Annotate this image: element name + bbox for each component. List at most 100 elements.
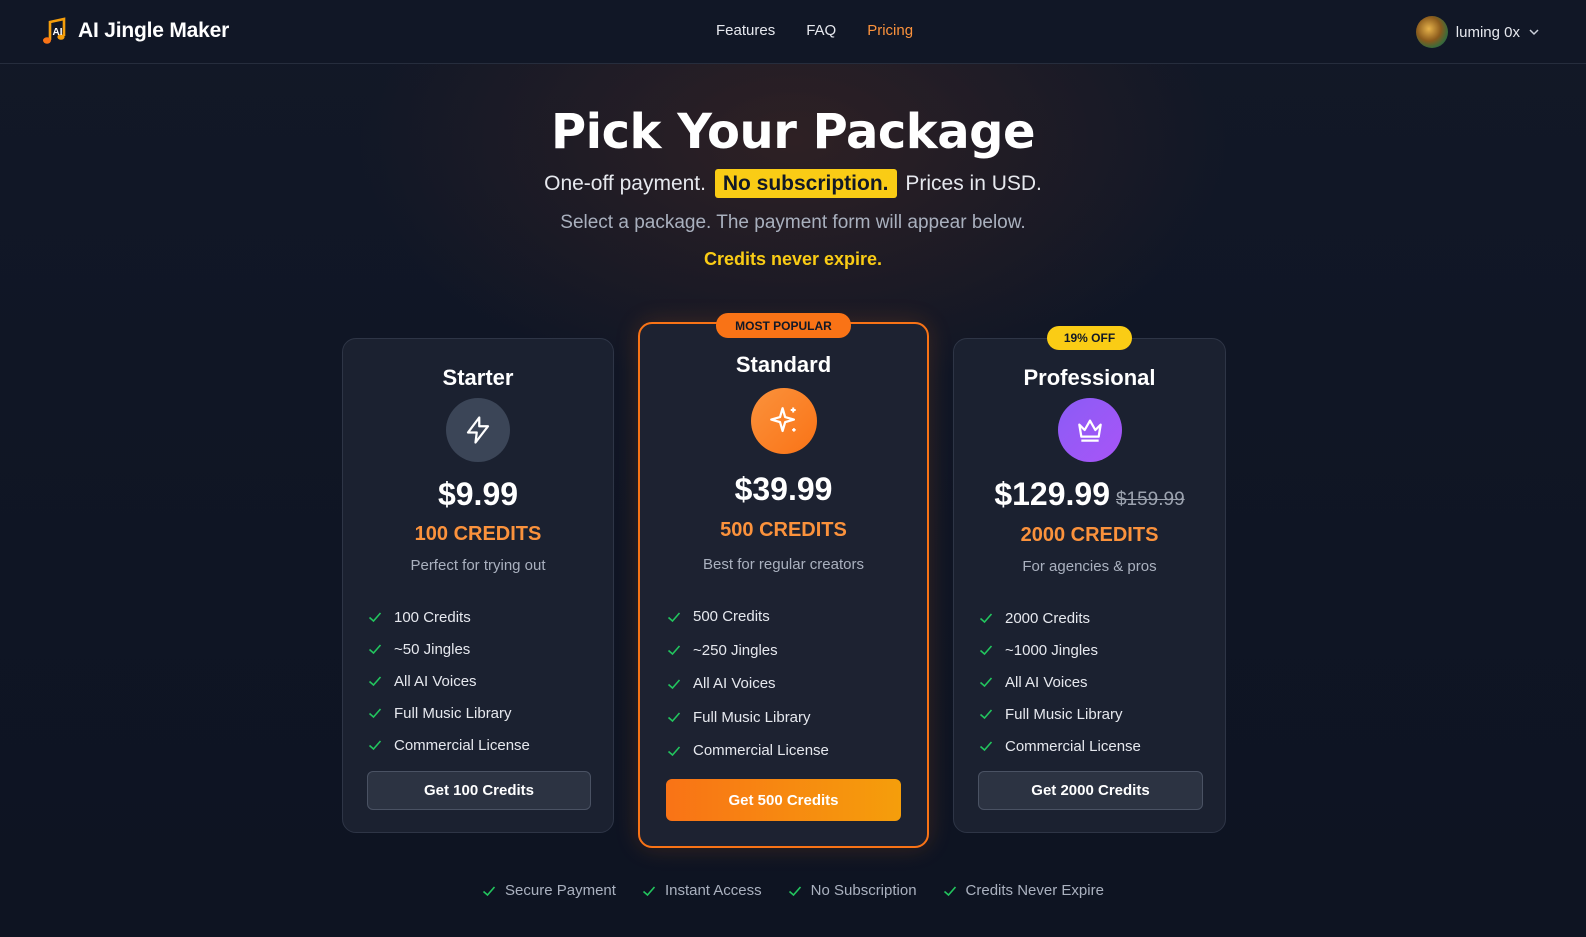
check-icon <box>979 613 993 624</box>
lightning-icon <box>446 398 510 462</box>
list-item: All AI Voices <box>667 667 829 701</box>
check-icon <box>667 645 681 656</box>
plan-name: Professional <box>1023 365 1156 390</box>
check-icon <box>788 885 801 896</box>
trust-label: Instant Access <box>664 882 762 899</box>
feature-label: Commercial License <box>1005 737 1141 755</box>
trust-item-secure-payment: Secure Payment <box>482 882 616 899</box>
check-icon <box>979 741 993 752</box>
get-100-credits-button[interactable]: Get 100 Credits <box>367 771 591 810</box>
trust-label: No Subscription <box>810 882 917 899</box>
plan-price: $129.99 <box>994 476 1110 512</box>
nav-pricing[interactable]: Pricing <box>867 22 913 39</box>
check-icon <box>667 712 681 723</box>
check-icon <box>368 676 382 687</box>
plan-card-standard: Standard $39.99 500 CREDITS Best for reg… <box>638 322 929 848</box>
trust-item-instant-access: Instant Access <box>642 882 762 899</box>
feature-label: ~1000 Jingles <box>1005 641 1098 659</box>
plan-credits: 2000 CREDITS <box>1020 524 1159 546</box>
discount-badge: 19% OFF <box>1047 326 1132 350</box>
brand-name: AI Jingle Maker <box>78 19 230 42</box>
trust-item-credits-never-expire: Credits Never Expire <box>943 882 1104 899</box>
feature-label: All AI Voices <box>693 675 776 693</box>
feature-label: 500 Credits <box>693 608 770 626</box>
subtitle-part-1: One-off payment. <box>544 172 706 195</box>
feature-label: Commercial License <box>693 742 829 760</box>
feature-label: Full Music Library <box>394 704 512 722</box>
feature-label: All AI Voices <box>1005 673 1088 691</box>
nav-faq[interactable]: FAQ <box>806 22 836 39</box>
list-item: Commercial License <box>667 734 829 768</box>
check-icon <box>667 679 681 689</box>
price-row: $39.99 <box>640 471 927 508</box>
list-item: ~50 Jingles <box>368 633 530 665</box>
check-icon <box>368 740 382 751</box>
check-icon <box>979 677 993 688</box>
feature-label: ~50 Jingles <box>394 640 471 658</box>
list-item: 2000 Credits <box>979 602 1141 634</box>
most-popular-badge: MOST POPULAR <box>716 313 851 338</box>
price-row: $129.99 $159.99 <box>954 476 1225 513</box>
plan-price: $9.99 <box>437 476 519 512</box>
check-icon <box>667 746 681 756</box>
check-icon <box>979 645 993 656</box>
original-price: $159.99 <box>1115 489 1185 510</box>
list-item: 500 Credits <box>667 600 829 634</box>
trust-label: Credits Never Expire <box>965 882 1104 899</box>
list-item: Full Music Library <box>368 697 530 729</box>
plan-card-professional: Professional $129.99 $159.99 2000 CREDITS… <box>953 338 1226 833</box>
plan-description: For agencies & pros <box>1022 558 1157 575</box>
plan-description: Perfect for trying out <box>410 557 546 574</box>
subtitle-part-2: Prices in USD. <box>905 172 1042 195</box>
trust-label: Secure Payment <box>505 882 616 899</box>
user-menu[interactable]: luming 0x <box>1415 16 1540 48</box>
avatar <box>1415 16 1448 48</box>
brand-logo[interactable]: AI AI Jingle Maker <box>42 16 229 46</box>
list-item: All AI Voices <box>979 666 1141 698</box>
check-icon <box>368 708 382 719</box>
main-nav: Features FAQ Pricing <box>716 22 913 39</box>
feature-label: ~250 Jingles <box>693 641 778 659</box>
nav-features[interactable]: Features <box>716 22 775 39</box>
trust-badges: Secure Payment Instant Access No Subscri… <box>0 882 1586 899</box>
top-navbar: AI AI Jingle Maker Features FAQ Pricing … <box>0 0 1586 64</box>
get-2000-credits-button[interactable]: Get 2000 Credits <box>978 771 1203 810</box>
plan-credits: 100 CREDITS <box>414 523 542 545</box>
list-item: Commercial License <box>368 729 530 761</box>
user-name: luming 0x <box>1455 23 1520 41</box>
list-item: Full Music Library <box>667 701 829 735</box>
credits-never-expire-note: Credits never expire. <box>703 249 883 269</box>
plan-name: Starter <box>442 365 514 390</box>
check-icon <box>642 885 656 896</box>
feature-label: Full Music Library <box>693 708 811 726</box>
plan-description: Best for regular creators <box>703 556 864 573</box>
crown-icon <box>1057 398 1122 462</box>
plan-price: $39.99 <box>734 471 833 507</box>
feature-list: 2000 Credits ~1000 Jingles All AI Voices… <box>979 602 1141 762</box>
plan-name: Standard <box>735 352 832 377</box>
feature-label: All AI Voices <box>394 672 477 690</box>
feature-list: 100 Credits ~50 Jingles All AI Voices Fu… <box>368 601 530 761</box>
trust-item-no-subscription: No Subscription <box>788 882 917 899</box>
list-item: ~1000 Jingles <box>979 634 1141 666</box>
check-icon <box>979 709 993 720</box>
list-item: Commercial License <box>979 730 1141 762</box>
get-500-credits-button[interactable]: Get 500 Credits <box>666 779 901 821</box>
check-icon <box>483 885 496 896</box>
page-title: Pick Your Package <box>550 104 1036 160</box>
music-note-logo-icon: AI <box>43 17 66 44</box>
list-item: ~250 Jingles <box>667 634 829 668</box>
feature-label: Commercial License <box>394 736 530 754</box>
feature-label: 2000 Credits <box>1005 609 1091 627</box>
check-icon <box>667 612 681 622</box>
list-item: Full Music Library <box>979 698 1141 730</box>
check-icon <box>943 885 956 896</box>
check-icon <box>368 612 382 623</box>
feature-list: 500 Credits ~250 Jingles All AI Voices F… <box>667 600 829 768</box>
check-icon <box>368 644 382 655</box>
feature-label: Full Music Library <box>1005 705 1123 723</box>
feature-label: 100 Credits <box>394 608 471 626</box>
chevron-down-icon <box>1529 29 1539 36</box>
instructions-text: Select a package. The payment form will … <box>560 212 1026 233</box>
list-item: All AI Voices <box>368 665 530 697</box>
